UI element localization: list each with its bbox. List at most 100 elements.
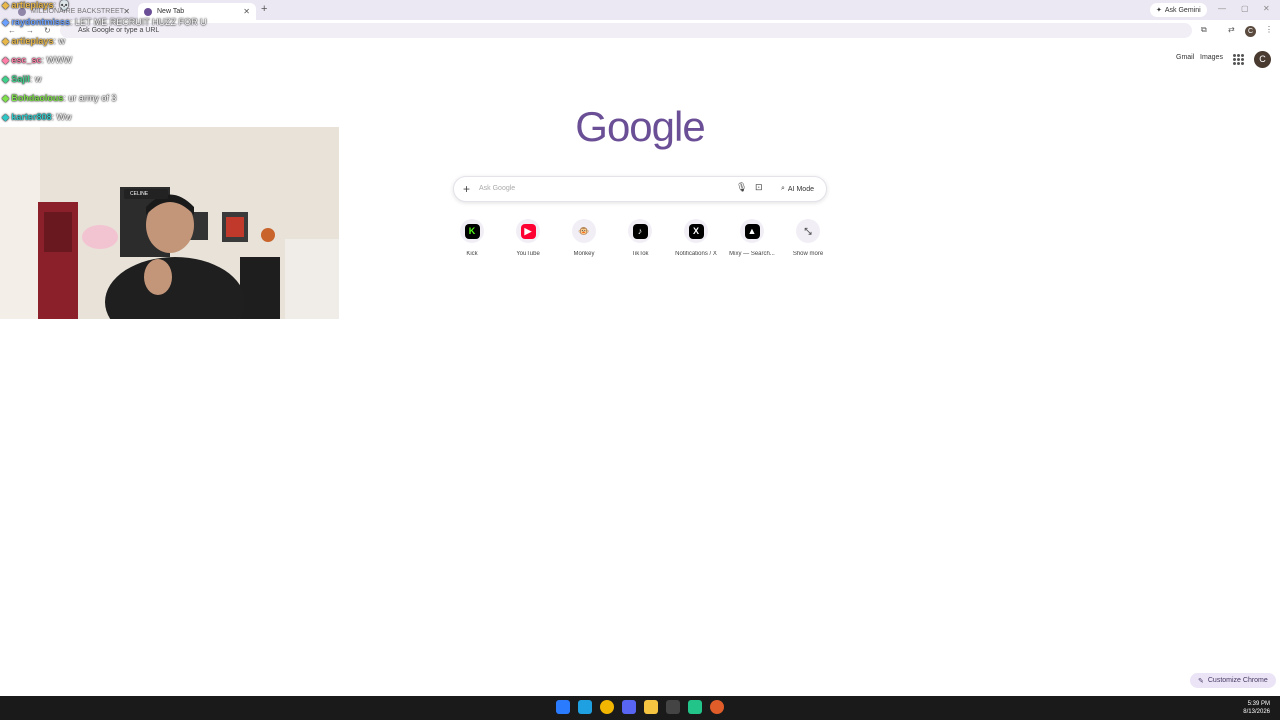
extension-puzzle-icon[interactable]: ⇄ — [1228, 25, 1235, 34]
customize-label: Customize Chrome — [1207, 677, 1268, 684]
chat-text: : Ww — [51, 112, 72, 122]
chat-message: ◆ artieplays: 💀 — [2, 0, 70, 11]
maximize-icon[interactable]: ▢ — [1241, 4, 1249, 13]
shortcut-label: Mixy — Search... — [729, 251, 775, 257]
chat-username: artieplays — [11, 36, 54, 46]
gmail-link[interactable]: Gmail — [1176, 54, 1194, 61]
chat-message: ◆ karter808: Ww — [2, 112, 71, 123]
obs-icon[interactable] — [666, 700, 680, 714]
system-clock[interactable]: 5:39 PM 8/13/2026 — [1236, 700, 1270, 716]
chat-message: ◆ Bohdaolous: ur army of 3 — [2, 93, 116, 104]
shortcut-tile[interactable]: ▶ YouTube — [499, 219, 557, 257]
shortcut-label: Show more — [792, 251, 824, 257]
shortcut-tile[interactable]: X Notifications / X — [667, 219, 725, 257]
chat-badge-icon: ◆ — [2, 36, 12, 46]
chat-username: karter808 — [11, 112, 52, 122]
shortcut-favicon-icon: ♪ — [628, 219, 652, 243]
chat-text: : w — [29, 74, 42, 84]
chat-text: : LET ME RECRUIT HUZZ FOR U — [69, 17, 207, 27]
chat-username: raydontmisss — [11, 17, 70, 27]
clock-date: 8/13/2026 — [1243, 709, 1270, 715]
tab-favicon-icon — [144, 7, 152, 16]
gemini-sparkle-icon: ✦ — [1156, 7, 1162, 14]
chrome-icon[interactable] — [600, 700, 614, 714]
ai-mode-icon: ⌕ — [781, 185, 785, 192]
shortcut-glyph: ⤡ — [800, 223, 816, 239]
shortcut-tile[interactable]: ⤡ Show more — [779, 219, 837, 257]
shortcut-glyph: X — [688, 223, 704, 239]
chat-text: : w — [53, 36, 65, 46]
shortcut-favicon-icon: ⤡ — [796, 219, 820, 243]
shortcut-label: Notifications / X — [675, 251, 717, 257]
chat-badge-icon: ◆ — [2, 112, 12, 122]
shortcut-favicon-icon: 🐵 — [572, 219, 596, 243]
google-lens-icon[interactable]: ⊡ — [755, 182, 763, 193]
account-avatar[interactable]: C — [1254, 51, 1271, 68]
chat-badge-icon: ◆ — [2, 74, 12, 84]
google-logo: Google — [575, 103, 705, 150]
shortcut-glyph: K — [464, 223, 480, 239]
shortcut-tile[interactable]: ♪ TikTok — [611, 219, 669, 257]
shortcut-glyph: ♪ — [632, 223, 648, 239]
address-bar[interactable]: Ask Google or type a URL — [60, 23, 1192, 38]
shortcut-glyph: ▲ — [744, 223, 760, 239]
new-tab-button[interactable]: + — [261, 3, 267, 15]
shortcut-favicon-icon: ▶ — [516, 219, 540, 243]
customize-chrome-button[interactable]: ✎ Customize Chrome — [1190, 673, 1276, 688]
chat-badge-icon: ◆ — [2, 93, 12, 103]
taskbar: 5:39 PM 8/13/2026 — [0, 696, 1280, 720]
shortcut-glyph: 🐵 — [576, 223, 592, 239]
shortcut-favicon-icon: K — [460, 219, 484, 243]
chat-badge-icon: ◆ — [2, 0, 12, 10]
chat-username: artieplays — [11, 0, 54, 10]
search-box[interactable]: + Ask Google 🎙 ⊡ ⌕ AI Mode — [453, 176, 827, 202]
chat-message: ◆ raydontmisss: LET ME RECRUIT HUZZ FOR … — [2, 17, 207, 28]
extensions-icon[interactable]: ⧉ — [1201, 25, 1207, 35]
shortcut-tile[interactable]: ▲ Mixy — Search... — [723, 219, 781, 257]
chat-message: ◆ esc_sc: WWW — [2, 55, 72, 66]
shortcut-tile[interactable]: K Kick — [443, 219, 501, 257]
shortcut-favicon-icon: X — [684, 219, 708, 243]
shortcut-glyph: ▶ — [520, 223, 536, 239]
menu-kebab-icon[interactable]: ⋮ — [1265, 25, 1273, 34]
minimize-icon[interactable]: — — [1218, 4, 1226, 13]
ai-mode-label: AI Mode — [787, 185, 814, 193]
chat-text: : 💀 — [53, 0, 70, 10]
chat-message: ◆ Sajil: w — [2, 74, 41, 85]
microphone-icon[interactable]: 🎙 — [736, 182, 747, 193]
discord-icon[interactable] — [622, 700, 636, 714]
file-explorer-icon[interactable] — [644, 700, 658, 714]
app-icon[interactable] — [688, 700, 702, 714]
shortcut-label: Kick — [466, 251, 478, 257]
profile-avatar[interactable]: C — [1245, 26, 1256, 37]
ask-gemini-label: Ask Gemini — [1164, 6, 1201, 14]
windows-start-icon[interactable] — [556, 700, 570, 714]
chat-message: ◆ artieplays: w — [2, 36, 65, 47]
ask-gemini-button[interactable]: ✦ Ask Gemini — [1150, 3, 1207, 17]
omnibox-placeholder: Ask Google or type a URL — [78, 27, 160, 34]
add-attachment-icon[interactable]: + — [463, 182, 470, 196]
google-apps-icon[interactable] — [1233, 54, 1244, 65]
shortcut-label: YouTube — [516, 251, 540, 257]
shortcut-label: Monkey — [573, 251, 595, 257]
shortcut-tile[interactable]: 🐵 Monkey — [555, 219, 613, 257]
close-tab-icon[interactable]: ✕ — [123, 7, 130, 16]
webcam-image — [0, 127, 339, 319]
ai-mode-button[interactable]: ⌕ AI Mode — [776, 181, 819, 197]
close-tab-icon[interactable]: ✕ — [243, 7, 250, 16]
search-input[interactable]: Ask Google — [479, 185, 515, 192]
chat-username: esc_sc — [11, 55, 42, 65]
shortcut-favicon-icon: ▲ — [740, 219, 764, 243]
webcam-overlay: CELINE — [0, 127, 339, 319]
chrome-canary-icon[interactable] — [710, 700, 724, 714]
edge-icon[interactable] — [578, 700, 592, 714]
clock-time: 5:39 PM — [1247, 701, 1270, 707]
chat-badge-icon: ◆ — [2, 17, 12, 27]
chat-username: Sajil — [11, 74, 30, 84]
chat-badge-icon: ◆ — [2, 55, 12, 65]
chat-text: : WWW — [41, 55, 72, 65]
pencil-icon: ✎ — [1198, 677, 1204, 685]
chat-username: Bohdaolous — [11, 93, 64, 103]
window-close-icon[interactable]: ✕ — [1263, 4, 1270, 13]
images-link[interactable]: Images — [1200, 54, 1223, 61]
